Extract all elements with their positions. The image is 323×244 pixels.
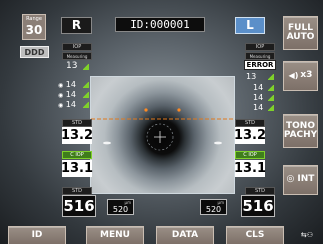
patient-id: ID:000001 bbox=[115, 17, 205, 32]
int-label: INT bbox=[297, 174, 315, 185]
menu-button-label: MENU bbox=[100, 229, 130, 240]
right-reading-2: 14 bbox=[253, 93, 264, 102]
full-auto-label: FULL AUTO bbox=[286, 22, 315, 42]
right-reading-3-bar bbox=[268, 105, 274, 111]
right-c-iop-label: C IOP bbox=[235, 151, 265, 159]
full-auto-button[interactable]: FULL AUTO bbox=[283, 16, 318, 50]
id-button[interactable]: ID bbox=[8, 226, 66, 244]
tono-pachy-label: TONO PACHY bbox=[283, 120, 318, 140]
range-value: 30 bbox=[25, 23, 43, 37]
left-reading-2-icon: ◉ bbox=[58, 92, 64, 99]
right-reading-2-bar bbox=[268, 95, 274, 101]
left-iop-label: IOP bbox=[62, 43, 92, 51]
data-button-label: DATA bbox=[171, 229, 199, 240]
right-std-label: STD bbox=[235, 119, 265, 127]
right-pachy-sub: µm 520 bbox=[200, 199, 227, 215]
left-c-iop-label: C IOP bbox=[62, 151, 92, 159]
left-std2-label: STD bbox=[62, 187, 92, 195]
eye-badge-left: L bbox=[235, 17, 265, 34]
cls-button[interactable]: CLS bbox=[226, 226, 284, 244]
left-reading-3-value: 14 bbox=[65, 100, 76, 109]
data-button[interactable]: DATA bbox=[156, 226, 214, 244]
left-pachy-value: 516 bbox=[62, 195, 96, 217]
left-std-label: STD bbox=[62, 119, 92, 127]
int-button[interactable]: ◎ INT bbox=[283, 165, 318, 195]
left-reading-2-bar bbox=[83, 92, 89, 98]
speaker-icon: ◀) bbox=[288, 70, 299, 80]
left-c-iop-value: 13.1 bbox=[60, 160, 94, 177]
left-reading-1-bar bbox=[83, 82, 89, 88]
glint-right bbox=[214, 141, 222, 145]
left-reading-3-bar bbox=[83, 102, 89, 108]
left-reading-1-icon: ◉ bbox=[58, 82, 64, 89]
buzzer-button[interactable]: ◀) x3 bbox=[283, 61, 318, 91]
left-reading-3-icon: ◉ bbox=[58, 102, 64, 109]
range-label: Range bbox=[26, 16, 42, 22]
right-reading-1: 14 bbox=[253, 83, 264, 92]
right-reading-3: 14 bbox=[253, 103, 264, 112]
right-signal-bar bbox=[268, 74, 274, 80]
right-pachy-value: 516 bbox=[241, 195, 275, 217]
right-iop-label: IOP bbox=[245, 43, 275, 51]
left-reading-2-value: 14 bbox=[65, 90, 76, 99]
target-icon: ◎ bbox=[286, 174, 295, 185]
eye-camera-view bbox=[90, 76, 235, 194]
right-std-value: 13.2 bbox=[233, 127, 267, 144]
left-reading-3: ◉ 14 bbox=[58, 100, 76, 109]
ddd-badge[interactable]: DDD bbox=[20, 46, 49, 58]
right-pachy-sub-value: 520 bbox=[205, 205, 222, 214]
left-std-value: 13.2 bbox=[60, 127, 94, 144]
right-error-badge: ERROR bbox=[244, 60, 276, 70]
alignment-overlay bbox=[91, 108, 234, 151]
left-signal-bar bbox=[83, 64, 89, 70]
right-measuring-label: Measuring bbox=[245, 52, 275, 60]
range-box[interactable]: Range 30 bbox=[22, 14, 46, 40]
cls-button-label: CLS bbox=[245, 229, 265, 240]
right-iop-value: 13 bbox=[246, 72, 257, 81]
left-reading-1-value: 14 bbox=[65, 80, 76, 89]
menu-button[interactable]: MENU bbox=[86, 226, 144, 244]
left-pachy-sub: µm 520 bbox=[107, 199, 134, 215]
left-reading-1: ◉ 14 bbox=[58, 80, 76, 89]
left-iop-value: 13 bbox=[66, 61, 78, 71]
right-std2-label: STD bbox=[245, 187, 275, 195]
right-c-iop-value: 13.1 bbox=[233, 160, 267, 177]
network-icon: ⇆⚇ bbox=[300, 231, 314, 239]
tono-pachy-button[interactable]: TONO PACHY bbox=[283, 114, 318, 148]
id-button-label: ID bbox=[31, 229, 43, 240]
left-reading-2: ◉ 14 bbox=[58, 90, 76, 99]
reflection-marker-left bbox=[144, 108, 148, 112]
glint-left bbox=[103, 141, 111, 145]
tonometer-screen: Range 30 DDD R ID:000001 L FULL AUTO ◀) … bbox=[0, 0, 323, 244]
eye-badge-right: R bbox=[61, 17, 92, 34]
left-measuring-label: Measuring bbox=[62, 52, 92, 60]
reflection-marker-right bbox=[177, 108, 181, 112]
buzzer-count: x3 bbox=[300, 70, 313, 81]
left-pachy-sub-value: 520 bbox=[112, 205, 129, 214]
right-reading-1-bar bbox=[268, 85, 274, 91]
